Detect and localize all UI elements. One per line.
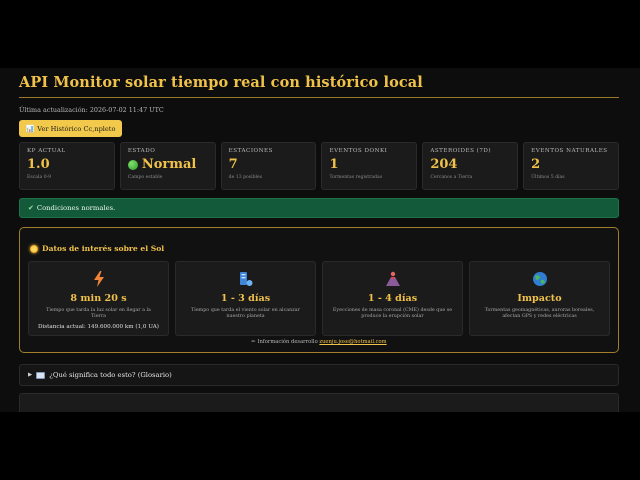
sun-card-value: Impacto bbox=[517, 293, 562, 304]
lightning-icon bbox=[29, 270, 168, 288]
stat-value: 1.0 bbox=[27, 157, 50, 172]
top-letterbox bbox=[0, 0, 640, 68]
stat-asteroids: ASTEROIDES (7D) 204 Cercanos a Tierra bbox=[422, 142, 519, 190]
stat-label: ASTEROIDES (7D) bbox=[430, 148, 492, 154]
stat-natural-events: EVENTOS NATURALES 2 Últimos 5 días bbox=[523, 142, 619, 190]
stat-kp: KP ACTUAL 1.0 Escala 0-9 bbox=[19, 142, 115, 190]
sun-card-value: 1 - 3 días bbox=[220, 293, 271, 304]
sun-facts-cards: 8 min 20 s Tiempo que tarda la luz solar… bbox=[28, 261, 610, 336]
stat-label: ESTACIONES bbox=[228, 148, 273, 154]
last-update-text: Última actualización: 2026-07-02 11:47 U… bbox=[19, 106, 164, 114]
green-status-dot-icon bbox=[127, 159, 138, 170]
bottom-letterbox bbox=[0, 412, 640, 480]
stat-label: KP ACTUAL bbox=[27, 148, 66, 154]
sun-panel-title: Datos de interés sobre el Sol bbox=[42, 244, 165, 253]
stat-sub: Últimos 5 días bbox=[531, 175, 565, 180]
pencil-icon: ✏ bbox=[251, 339, 256, 345]
globe-icon bbox=[470, 270, 609, 288]
sun-panel-heading: Datos de interés sobre el Sol bbox=[30, 244, 164, 253]
stat-status: ESTADO Normal Campo estable bbox=[119, 142, 216, 190]
status-alert: ✔ Condiciones normales. bbox=[19, 198, 619, 218]
chart-icon: 📊 bbox=[25, 124, 35, 133]
stat-label: ESTADO bbox=[127, 148, 156, 154]
stat-value: Normal bbox=[127, 157, 208, 172]
sun-card-value: 1 - 4 días bbox=[367, 293, 418, 304]
stat-sub: de 13 posibles bbox=[228, 175, 263, 180]
contact-label: Información desarrollo bbox=[257, 339, 318, 345]
sun-facts-panel: Datos de interés sobre el Sol 8 min 20 s… bbox=[19, 227, 619, 353]
sun-card-desc: Tiempo que tarda la luz solar en llegar … bbox=[46, 308, 151, 320]
stat-value: 204 bbox=[430, 157, 458, 172]
next-section-box bbox=[19, 393, 619, 412]
stat-label: EVENTOS NATURALES bbox=[531, 148, 608, 154]
contact-email-link[interactable]: zuenju.jose@hotmail.com bbox=[319, 339, 386, 345]
sun-card-cme: 1 - 4 días Eyecciones de masa coronal (C… bbox=[322, 261, 463, 336]
stat-stations: ESTACIONES 7 de 13 posibles bbox=[220, 142, 317, 190]
sun-card-light-time: 8 min 20 s Tiempo que tarda la luz solar… bbox=[28, 261, 169, 336]
check-icon: ✔ bbox=[28, 204, 34, 212]
sun-card-desc: Eyecciones de masa coronal (CME) desde q… bbox=[332, 308, 453, 320]
alert-text: Condiciones normales. bbox=[36, 204, 116, 212]
sun-card-value: 8 min 20 s bbox=[70, 293, 127, 304]
stat-sub: Tormentas registradas bbox=[329, 175, 383, 180]
glossary-label: ¿Qué significa todo esto? (Glosario) bbox=[49, 371, 172, 379]
sun-icon bbox=[30, 244, 38, 253]
glossary-toggle[interactable]: ▶ ¿Qué significa todo esto? (Glosario) bbox=[19, 364, 619, 386]
view-history-label: Ver Histórico Cc,npleto bbox=[37, 124, 116, 133]
sun-card-solar-wind: 1 - 3 días Tiempo que tarda el viento so… bbox=[175, 261, 316, 336]
stat-value: 1 bbox=[329, 157, 339, 172]
stat-donki: EVENTOS DONKI 1 Tormentas registradas bbox=[321, 142, 418, 190]
sun-card-impact: Impacto Tormentas geomagnéticas, auroras… bbox=[469, 261, 610, 336]
view-history-button[interactable]: 📊 Ver Histórico Cc,npleto bbox=[19, 120, 122, 137]
app-window: API Monitor solar tiempo real con histór… bbox=[0, 68, 640, 412]
sun-card-desc: Tormentas geomagnéticas, auroras boreale… bbox=[484, 308, 595, 320]
stat-value: 2 bbox=[531, 157, 541, 172]
sun-distance-text: Distancia actual: 149.600.000 km (1,0 UA… bbox=[38, 323, 159, 330]
page-title: API Monitor solar tiempo real con histór… bbox=[19, 74, 423, 91]
stat-sub: Campo estable bbox=[127, 175, 163, 180]
stat-sub: Escala 0-9 bbox=[27, 175, 52, 180]
book-icon bbox=[36, 371, 46, 379]
developer-contact: ✏ Información desarrollo zuenju.jose@hot… bbox=[20, 339, 618, 345]
wind-icon bbox=[176, 270, 315, 288]
expand-triangle-icon: ▶ bbox=[28, 372, 33, 378]
stat-label: EVENTOS DONKI bbox=[329, 148, 388, 154]
title-divider bbox=[19, 97, 619, 98]
stat-value: 7 bbox=[228, 157, 238, 172]
volcano-icon bbox=[323, 270, 462, 288]
stats-row: KP ACTUAL 1.0 Escala 0-9 ESTADO Normal C… bbox=[19, 142, 619, 190]
sun-card-desc: Tiempo que tarda el viento solar en alca… bbox=[191, 308, 300, 320]
stat-sub: Cercanos a Tierra bbox=[430, 175, 473, 180]
